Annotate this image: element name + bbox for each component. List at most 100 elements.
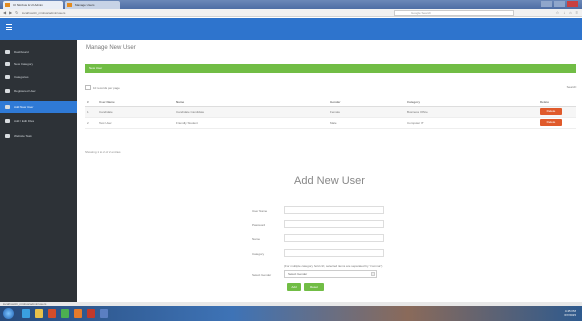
form-title: Add New User xyxy=(294,175,365,187)
media-icon[interactable] xyxy=(48,309,56,318)
table-header-row: # User Name Name Gender Category Delete xyxy=(85,98,576,107)
browser-tab-bar: CI Nimbus & UI Admin Manage Users xyxy=(0,0,582,9)
back-icon[interactable]: ◀ xyxy=(3,10,6,15)
sidebar-item-label: Add New User xyxy=(14,105,34,109)
cell-delete: Delete xyxy=(538,117,576,129)
col-delete[interactable]: Delete xyxy=(538,98,576,107)
gender-select[interactable]: Select Gender xyxy=(284,270,377,278)
window-controls xyxy=(541,1,578,8)
cell-username: Test User xyxy=(97,117,174,129)
browser-tab[interactable]: Manage Users xyxy=(65,1,120,9)
category-field[interactable] xyxy=(284,249,384,257)
app-icon[interactable] xyxy=(100,309,108,318)
col-category[interactable]: Category xyxy=(405,98,538,107)
sidebar-item-label: New Category xyxy=(14,62,34,66)
chevron-down-icon xyxy=(371,272,375,276)
folder-icon[interactable] xyxy=(35,309,43,318)
sidebar-item-label: Add / Edit Files xyxy=(14,119,35,123)
cell-name: Friendly Student xyxy=(174,117,328,129)
sidebar-item-dashboard[interactable]: Dashboard xyxy=(0,46,77,58)
url-field[interactable]: localhost/ci_nimbus/admin/users xyxy=(22,10,142,16)
browser-tab[interactable]: CI Nimbus & UI Admin xyxy=(3,1,63,9)
menu-icon[interactable]: ≡ xyxy=(576,10,578,15)
chrome-icon[interactable] xyxy=(61,309,69,318)
close-icon[interactable] xyxy=(567,1,578,7)
folder-icon xyxy=(5,62,10,66)
gender-label: Select Gender xyxy=(252,273,272,277)
cell-category: Business Office xyxy=(405,106,538,118)
category-label: Category xyxy=(252,252,265,256)
firefox-icon[interactable] xyxy=(74,309,82,318)
sidebar-item-add-new-user[interactable]: Add New User xyxy=(0,101,77,113)
name-label: Name xyxy=(252,237,261,241)
system-clock[interactable]: 4:45 PM 6/7/2015 xyxy=(564,309,576,317)
user-plus-icon xyxy=(5,105,10,109)
cell-number: 1 xyxy=(85,106,97,118)
success-alert: New User xyxy=(85,64,576,73)
delete-button[interactable]: Delete xyxy=(540,108,562,115)
reset-button[interactable]: Reset xyxy=(304,283,324,291)
col-number[interactable]: # xyxy=(85,98,97,107)
cell-name: Candidate Candidate xyxy=(174,106,328,118)
sidebar-item-add-edit-files[interactable]: Add / Edit Files xyxy=(0,115,77,127)
users-table: # User Name Name Gender Category Delete … xyxy=(85,98,576,129)
dashboard-icon xyxy=(5,50,10,54)
hamburger-icon[interactable] xyxy=(6,24,12,30)
username-field[interactable] xyxy=(284,206,384,214)
forward-icon[interactable]: ▶ xyxy=(9,10,12,15)
minimize-icon[interactable] xyxy=(541,1,552,7)
app-header xyxy=(0,18,582,40)
address-bar: ◀ ▶ ↻ localhost/ci_nimbus/admin/users Go… xyxy=(0,9,582,17)
cell-username: Candidate xyxy=(97,106,174,118)
table-search-label[interactable]: Search: xyxy=(567,85,577,89)
add-button[interactable]: Add xyxy=(287,283,301,291)
col-username[interactable]: User Name xyxy=(97,98,174,107)
file-icon xyxy=(5,119,10,123)
username-label: User Name xyxy=(252,209,268,213)
list-icon xyxy=(5,75,10,79)
table-info: Showing 1 to 2 of 2 entries xyxy=(85,150,121,154)
main-content: Manage New User New User 10 records per … xyxy=(77,40,582,302)
sidebar-item-new-category[interactable]: New Category xyxy=(0,58,77,70)
sidebar-item-label: Dashboard xyxy=(14,50,29,54)
cell-delete: Delete xyxy=(538,106,576,118)
sidebar-item-label: Categories xyxy=(14,75,29,79)
table-row: 2 Test User Friendly Student Male Comput… xyxy=(85,117,576,129)
entries-select[interactable] xyxy=(85,85,91,90)
col-name[interactable]: Name xyxy=(174,98,328,107)
browser-search-input[interactable]: Google Search xyxy=(394,10,514,16)
tab-label: CI Nimbus & UI Admin xyxy=(13,3,43,7)
home-icon[interactable]: ⌂ xyxy=(569,10,571,15)
entries-label: 10 records per page xyxy=(93,85,120,90)
cell-number: 2 xyxy=(85,117,97,129)
maximize-icon[interactable] xyxy=(554,1,565,7)
page-title: Manage New User xyxy=(86,45,136,51)
sidebar-item-website-task[interactable]: Website Task xyxy=(0,130,77,142)
sidebar-item-label: Registered User xyxy=(14,89,36,93)
reload-icon[interactable]: ↻ xyxy=(15,10,18,15)
favicon-icon xyxy=(5,3,10,7)
task-icon xyxy=(5,134,10,138)
download-icon[interactable]: ↓ xyxy=(563,10,565,15)
sidebar-item-registered-user[interactable]: Registered User xyxy=(0,85,77,97)
sidebar-item-categories[interactable]: Categories xyxy=(0,71,77,83)
tab-label: Manage Users xyxy=(75,3,95,7)
ie-icon[interactable] xyxy=(22,309,30,318)
cell-gender: Female xyxy=(328,106,405,118)
sidebar-item-label: Website Task xyxy=(14,134,32,138)
photoshop-icon[interactable] xyxy=(87,309,95,318)
taskbar: 4:45 PM 6/7/2015 xyxy=(0,306,582,321)
gender-select-value: Select Gender xyxy=(288,272,308,276)
entries-per-page: 10 records per page xyxy=(85,85,120,90)
col-gender[interactable]: Gender xyxy=(328,98,405,107)
delete-button[interactable]: Delete xyxy=(540,119,562,126)
user-icon xyxy=(5,89,10,93)
sidebar: Dashboard New Category Categories Regist… xyxy=(0,40,77,302)
password-field[interactable] xyxy=(284,220,384,228)
start-icon[interactable] xyxy=(3,308,14,319)
category-hint: (For multiple category hold ctrl, select… xyxy=(284,264,383,268)
cell-category: Computer IT xyxy=(405,117,538,129)
star-icon[interactable]: ☆ xyxy=(556,10,560,15)
name-field[interactable] xyxy=(284,234,384,242)
clock-date: 6/7/2015 xyxy=(564,313,576,317)
